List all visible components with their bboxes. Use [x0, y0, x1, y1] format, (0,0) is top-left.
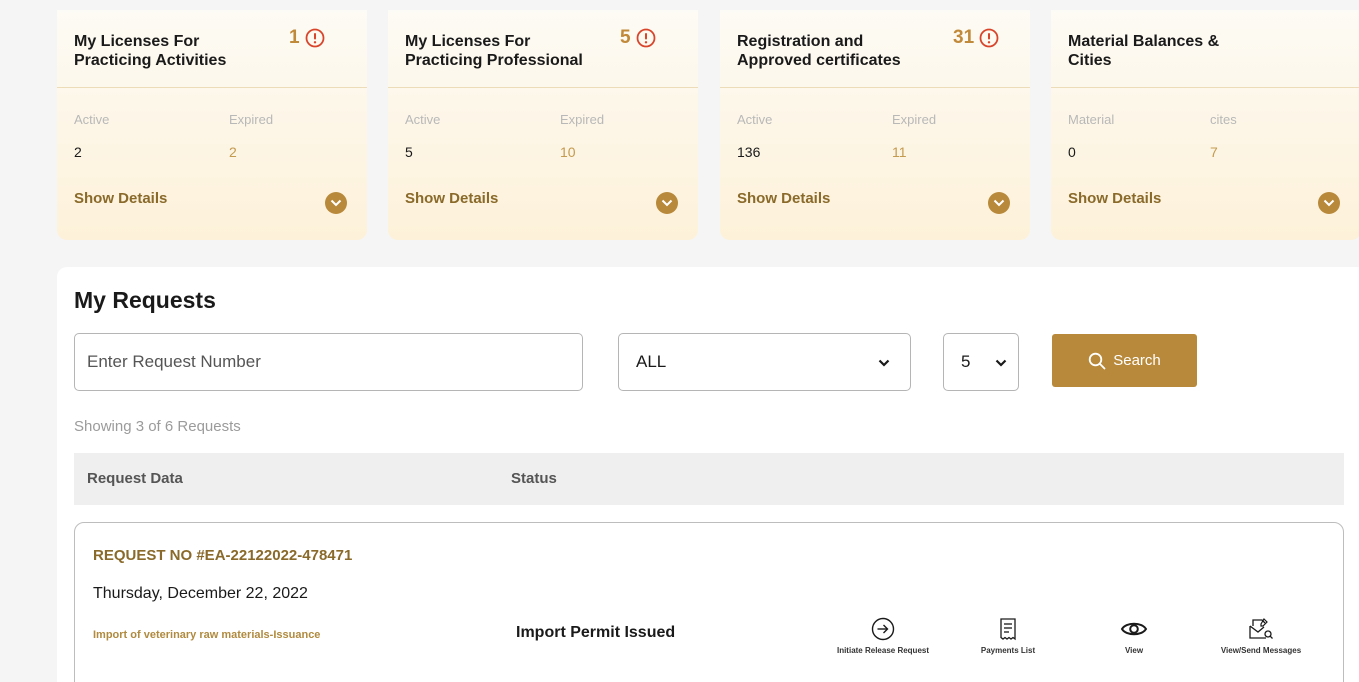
my-requests-panel: My Requests ALL 5 Search Showing 3 of 6 … [57, 267, 1359, 682]
chevron-down-icon[interactable] [988, 192, 1010, 214]
initiate-release-request-button[interactable]: Initiate Release Request [828, 617, 938, 655]
action-label: Initiate Release Request [836, 646, 930, 655]
card-count: 31 [953, 27, 999, 49]
chevron-down-icon [995, 359, 1007, 367]
status-filter-value: ALL [636, 352, 667, 371]
label-cites: cites [1210, 112, 1237, 127]
label-active: Active [74, 112, 110, 127]
card-header: My Licenses For Practicing Activities 1 [57, 10, 367, 88]
request-number: REQUEST NO #EA-22122022-478471 [93, 547, 353, 564]
chevron-down-icon[interactable] [325, 192, 347, 214]
alert-icon [979, 28, 999, 48]
card-title: Registration and Approved certificates [737, 33, 901, 69]
show-details-link[interactable]: Show Details [1068, 190, 1161, 207]
card-practicing-professional: My Licenses For Practicing Professional … [388, 10, 698, 240]
show-details-link[interactable]: Show Details [74, 190, 167, 207]
label-material: Material [1068, 112, 1115, 127]
action-label: View [1124, 646, 1144, 655]
request-status: Import Permit Issued [516, 624, 676, 641]
show-details-link[interactable]: Show Details [737, 190, 830, 207]
label-expired: Expired [560, 112, 605, 127]
arrow-circle-right-icon [871, 617, 895, 641]
card-count-value: 31 [953, 27, 975, 48]
card-header: Registration and Approved certificates 3… [720, 10, 1030, 88]
card-registration-certificates: Registration and Approved certificates 3… [720, 10, 1030, 240]
label-active: Active [405, 112, 441, 127]
card-count-value: 5 [620, 27, 631, 48]
search-button-label: Search [1113, 352, 1161, 369]
value-expired: 2 [229, 144, 237, 160]
page-size-value: 5 [961, 352, 971, 371]
view-send-messages-button[interactable]: View/Send Messages [1206, 617, 1316, 655]
value-cites: 7 [1210, 144, 1218, 160]
status-filter-select[interactable]: ALL [618, 333, 911, 391]
value-expired: 11 [892, 144, 907, 160]
card-header: Material Balances & Cities [1051, 10, 1359, 88]
payments-list-button[interactable]: Payments List [953, 617, 1063, 655]
alert-icon [636, 28, 655, 48]
panel-title: My Requests [74, 287, 216, 313]
alert-icon [305, 28, 324, 48]
value-active: 136 [737, 144, 761, 160]
summary-cards: My Licenses For Practicing Activities 1 … [57, 10, 1359, 240]
action-label: Payments List [980, 646, 1036, 655]
value-expired: 10 [560, 144, 576, 160]
receipt-icon [1000, 618, 1016, 641]
column-header: Request Data [87, 470, 183, 487]
request-number-input[interactable] [74, 333, 583, 391]
card-count: 5 [620, 27, 656, 49]
label-expired: Expired [892, 112, 937, 127]
value-material: 0 [1068, 144, 1076, 160]
action-label: View/Send Messages [1220, 646, 1302, 655]
table-header: Request Data Status [74, 453, 1344, 505]
value-active: 2 [74, 144, 82, 160]
card-header: My Licenses For Practicing Professional … [388, 10, 698, 88]
card-title: My Licenses For Practicing Professional [405, 33, 583, 69]
label-expired: Expired [229, 112, 274, 127]
card-title: My Licenses For Practicing Activities [74, 33, 227, 69]
show-details-link[interactable]: Show Details [405, 190, 498, 207]
view-button[interactable]: View [1079, 617, 1189, 655]
envelope-search-icon [1249, 618, 1273, 639]
request-row: REQUEST NO #EA-22122022-478471 Thursday,… [74, 522, 1344, 682]
page-size-select[interactable]: 5 [943, 333, 1019, 391]
chevron-down-icon[interactable] [656, 192, 678, 214]
label-active: Active [737, 112, 773, 127]
card-material-balances: Material Balances & Cities Material cite… [1051, 10, 1359, 240]
card-practicing-activities: My Licenses For Practicing Activities 1 … [57, 10, 367, 240]
search-button[interactable]: Search [1052, 334, 1197, 387]
card-count-value: 1 [289, 27, 300, 48]
card-count: 1 [289, 27, 325, 49]
chevron-down-icon [878, 359, 890, 367]
showing-count: Showing 3 of 6 Requests [74, 418, 241, 435]
value-active: 5 [405, 144, 413, 160]
card-title: Material Balances & Cities [1068, 33, 1220, 69]
request-service: Import of veterinary raw materials-Issua… [93, 629, 321, 641]
request-date: Thursday, December 22, 2022 [93, 585, 308, 602]
eye-icon [1120, 622, 1148, 636]
search-icon [1089, 352, 1106, 369]
column-header: Status [511, 470, 557, 487]
chevron-down-icon[interactable] [1318, 192, 1340, 214]
